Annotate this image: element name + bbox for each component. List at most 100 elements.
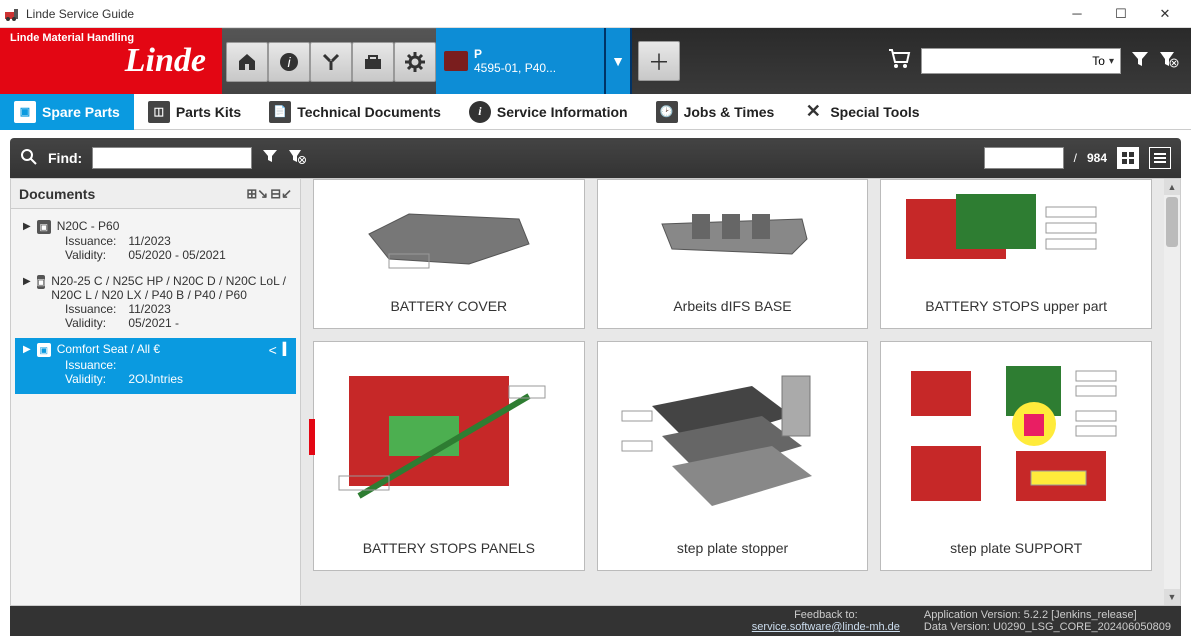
part-card[interactable]: step plate SUPPORT: [880, 341, 1152, 571]
node-nav-prev-icon[interactable]: <: [269, 342, 277, 358]
documents-icon: 📄: [269, 101, 291, 123]
list-view-button[interactable]: [1149, 147, 1171, 169]
expand-caret-icon[interactable]: ▶: [23, 276, 31, 287]
validity-value: 05/2021 -: [128, 316, 179, 330]
tab-label: Spare Parts: [42, 104, 120, 120]
add-vehicle-button[interactable]: ＋: [638, 41, 680, 81]
tab-spare-parts[interactable]: ▣ Spare Parts: [0, 94, 134, 130]
part-card[interactable]: BATTERY COVER: [313, 179, 585, 329]
sidebar-marker: [309, 419, 315, 455]
page-total: 984: [1087, 151, 1107, 165]
part-card[interactable]: Arbeits dIFS BASE: [597, 179, 869, 329]
spare-parts-icon: ▣: [14, 101, 36, 123]
tab-service-information[interactable]: i Service Information: [455, 94, 642, 130]
sidebar-title: Documents: [19, 186, 95, 202]
scroll-thumb[interactable]: [1166, 197, 1178, 247]
parts-kits-icon: ◫: [148, 101, 170, 123]
tab-label: Parts Kits: [176, 104, 241, 120]
filter-icon[interactable]: [262, 148, 278, 169]
version-block: Application Version: 5.2.2 [Jenkins_rele…: [924, 609, 1171, 633]
part-caption: step plate stopper: [598, 530, 868, 570]
node-nav-bar-icon[interactable]: ▍: [283, 342, 292, 356]
validity-label: Validity:: [65, 248, 125, 262]
parts-grid: BATTERY COVER Arbeits dIFS BASE BATTERY …: [313, 179, 1152, 571]
chevron-down-icon: ▾: [1109, 56, 1114, 67]
vehicle-dropdown-button[interactable]: ▼: [606, 28, 632, 94]
page-separator: /: [1074, 151, 1077, 165]
vehicle-line2: 4595-01, P40...: [474, 61, 556, 75]
part-caption: BATTERY COVER: [314, 288, 584, 328]
tab-jobs-times[interactable]: 🕑 Jobs & Times: [642, 94, 789, 130]
part-caption: BATTERY STOPS upper part: [881, 288, 1151, 328]
issuance-label: Issuance:: [65, 234, 125, 248]
feedback-label: Feedback to:: [752, 609, 900, 621]
tools-button[interactable]: [310, 42, 352, 82]
part-image: [598, 342, 868, 530]
info-icon: i: [469, 101, 491, 123]
vehicle-tab[interactable]: P 4595-01, P40...: [436, 28, 606, 94]
gear-button[interactable]: [394, 42, 436, 82]
part-image: [598, 180, 868, 288]
filter-clear-icon[interactable]: [288, 148, 306, 169]
tree-node-selected[interactable]: ▶ ▣ Comfort Seat / All € < ▍ Issuance: V…: [15, 338, 296, 394]
collapse-all-icon[interactable]: ⊟↙: [270, 186, 292, 202]
tools-icon: ✕: [802, 101, 824, 123]
tree-node[interactable]: ▶ ▣ N20-25 C / N25C HP / N20C D / N20C L…: [15, 270, 296, 338]
part-image: [314, 180, 584, 288]
info-button[interactable]: i: [268, 42, 310, 82]
part-image: [314, 342, 584, 530]
cart-icon[interactable]: [887, 48, 911, 74]
documents-sidebar: Documents ⊞↘ ⊟↙ ▶ ▣ N20C - P60 Issuance:…: [11, 179, 301, 605]
issuance-value: 11/2023: [128, 234, 171, 248]
part-card[interactable]: BATTERY STOPS upper part: [880, 179, 1152, 329]
window-titlebar: Linde Service Guide ─ ☐ ✕: [0, 0, 1191, 28]
grid-view-button[interactable]: [1117, 147, 1139, 169]
brand-box: Linde Material Handling Linde: [0, 28, 222, 94]
minimize-button[interactable]: ─: [1055, 0, 1099, 28]
feedback-email-link[interactable]: service.software@linde-mh.de: [752, 621, 900, 633]
tab-label: Technical Documents: [297, 104, 441, 120]
filter-icon[interactable]: [1131, 50, 1149, 73]
maximize-button[interactable]: ☐: [1099, 0, 1143, 28]
forklift-icon: [444, 51, 468, 71]
parts-gallery: BATTERY COVER Arbeits dIFS BASE BATTERY …: [301, 179, 1180, 605]
part-card[interactable]: step plate stopper: [597, 341, 869, 571]
part-caption: step plate SUPPORT: [881, 530, 1151, 570]
window-title: Linde Service Guide: [26, 7, 1055, 21]
vehicle-tab-text: P 4595-01, P40...: [474, 47, 556, 76]
home-button[interactable]: [226, 42, 268, 82]
close-button[interactable]: ✕: [1143, 0, 1187, 28]
tab-technical-documents[interactable]: 📄 Technical Documents: [255, 94, 455, 130]
vehicle-line1: P: [474, 47, 556, 61]
doc-tag-icon: ▣: [37, 343, 51, 357]
part-card[interactable]: BATTERY STOPS PANELS: [313, 341, 585, 571]
find-input[interactable]: [92, 147, 252, 169]
search-icon: [20, 148, 38, 169]
issuance-value: 11/2023: [128, 302, 171, 316]
top-navbar: Linde Material Handling Linde i P 4595-0…: [0, 28, 1191, 94]
page-input[interactable]: [984, 147, 1064, 169]
scroll-down-icon[interactable]: ▼: [1164, 589, 1180, 605]
filter-clear-icon[interactable]: [1159, 50, 1179, 73]
find-toolbar: Find: / 984: [10, 138, 1181, 178]
tabstrip: ▣ Spare Parts ◫ Parts Kits 📄 Technical D…: [0, 94, 1191, 130]
feedback-block: Feedback to: service.software@linde-mh.d…: [752, 609, 900, 633]
tree-node[interactable]: ▶ ▣ N20C - P60 Issuance: 11/2023 Validit…: [15, 215, 296, 270]
expand-caret-icon[interactable]: ▶: [23, 221, 31, 232]
expand-all-icon[interactable]: ⊞↘: [246, 186, 268, 202]
tab-special-tools[interactable]: ✕ Special Tools: [788, 94, 933, 130]
destination-select[interactable]: To ▾: [921, 48, 1121, 74]
scroll-up-icon[interactable]: ▲: [1164, 179, 1180, 195]
toolbox-button[interactable]: [352, 42, 394, 82]
validity-label: Validity:: [65, 316, 125, 330]
gallery-scrollbar[interactable]: ▲ ▼: [1164, 179, 1180, 605]
part-image: [881, 342, 1151, 530]
part-image: [881, 180, 1151, 288]
jobs-icon: 🕑: [656, 101, 678, 123]
sidebar-header: Documents ⊞↘ ⊟↙: [11, 179, 300, 209]
validity-value: 05/2020 - 05/2021: [128, 248, 225, 262]
expand-caret-icon[interactable]: ▶: [23, 344, 31, 355]
tab-parts-kits[interactable]: ◫ Parts Kits: [134, 94, 255, 130]
workspace: Documents ⊞↘ ⊟↙ ▶ ▣ N20C - P60 Issuance:…: [10, 178, 1181, 606]
tab-label: Jobs & Times: [684, 104, 775, 120]
